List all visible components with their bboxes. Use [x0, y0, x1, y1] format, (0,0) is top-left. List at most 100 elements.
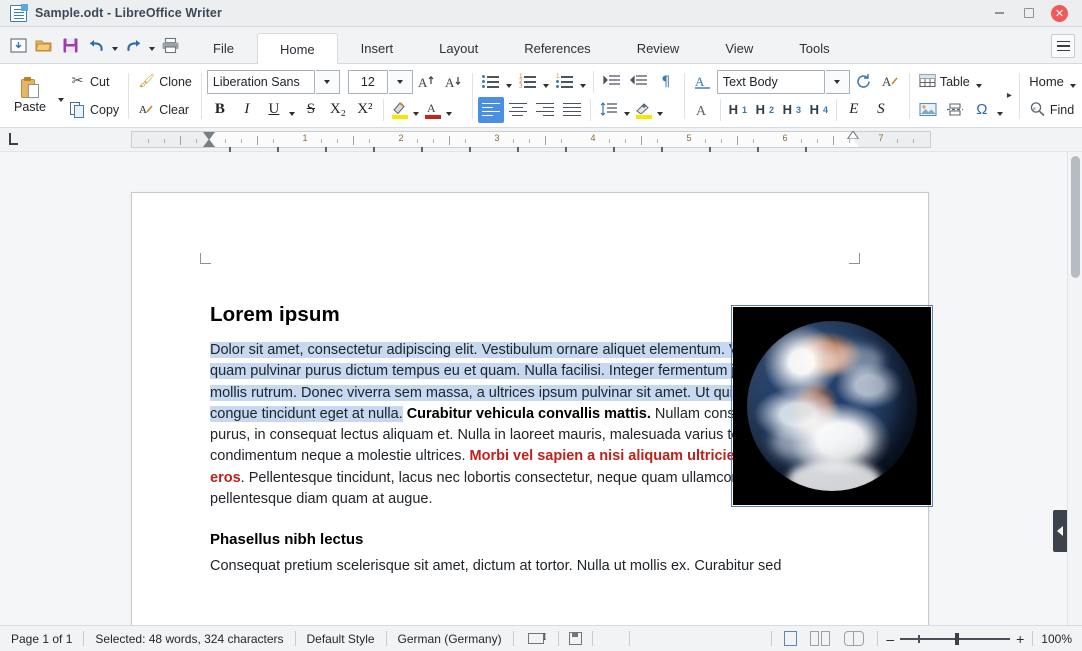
tab-stop-selector[interactable]: [8, 133, 20, 145]
highlight-color-dropdown[interactable]: [412, 99, 421, 121]
font-color-button[interactable]: A: [422, 98, 444, 122]
print-icon[interactable]: [158, 34, 182, 56]
line-spacing-dropdown[interactable]: [623, 99, 632, 121]
multi-page-view-button[interactable]: [803, 630, 837, 648]
zoom-level-status[interactable]: 100%: [1033, 630, 1082, 648]
italic-button[interactable]: I: [234, 97, 260, 123]
font-size-dropdown[interactable]: [389, 70, 413, 94]
ordered-list-dropdown[interactable]: [542, 71, 551, 93]
save-status[interactable]: [559, 630, 592, 648]
paste-button[interactable]: Paste: [4, 68, 56, 124]
underline-button[interactable]: U: [261, 97, 287, 123]
paragraph-background-dropdown[interactable]: [656, 99, 665, 121]
zoom-control[interactable]: – +: [878, 631, 1032, 647]
font-name-dropdown[interactable]: [316, 70, 340, 94]
increase-indent-button[interactable]: [599, 69, 625, 95]
maximize-button[interactable]: [1021, 5, 1037, 21]
font-size-input[interactable]: 12: [348, 70, 388, 94]
selection-status[interactable]: Selected: 48 words, 324 characters: [84, 630, 294, 648]
new-style-button[interactable]: A: [878, 69, 904, 95]
justify-button[interactable]: [559, 97, 585, 123]
signature-status[interactable]: [593, 630, 629, 648]
heading-1-button[interactable]: H1: [725, 97, 751, 123]
unordered-list-button[interactable]: [478, 69, 504, 95]
insert-page-break-button[interactable]: [942, 97, 968, 123]
insert-image-button[interactable]: [915, 97, 941, 123]
insert-special-character-button[interactable]: Ω: [969, 97, 995, 123]
paste-dropdown[interactable]: [56, 85, 65, 107]
vertical-scrollbar[interactable]: [1067, 152, 1082, 625]
align-left-button[interactable]: [478, 97, 504, 123]
font-name-input[interactable]: Liberation Sans: [207, 70, 315, 94]
ribbon-overflow-button[interactable]: ▸: [1007, 83, 1012, 109]
clear-formatting-button[interactable]: AA Clear: [134, 97, 196, 123]
bold-button[interactable]: B: [207, 97, 233, 123]
highlight-color-button[interactable]: [389, 98, 411, 122]
earth-image[interactable]: [733, 307, 931, 505]
increase-font-size-button[interactable]: A: [414, 69, 440, 95]
paragraph-style-input[interactable]: Text Body: [717, 70, 825, 94]
outline-list-button[interactable]: 1: [552, 69, 578, 95]
heading-3-button[interactable]: H3: [779, 97, 805, 123]
outline-list-dropdown[interactable]: [579, 71, 588, 93]
heading-4-button[interactable]: H4: [806, 97, 832, 123]
align-center-button[interactable]: [505, 97, 531, 123]
emphasis-style-button[interactable]: E: [841, 97, 867, 123]
ribbon-menu-dropdown[interactable]: [1069, 71, 1078, 93]
strong-emphasis-style-button[interactable]: S: [868, 97, 894, 123]
insert-table-dropdown[interactable]: [975, 71, 984, 93]
menu-hamburger-icon[interactable]: [1051, 34, 1075, 58]
tab-insert[interactable]: Insert: [338, 33, 417, 63]
heading-2-button[interactable]: H2: [752, 97, 778, 123]
align-right-button[interactable]: [532, 97, 558, 123]
formatting-marks-button[interactable]: ¶: [653, 69, 679, 95]
zoom-in-button[interactable]: +: [1016, 631, 1024, 647]
document-page[interactable]: Lorem ipsum Dolor sit amet, consectetur …: [131, 192, 929, 625]
paragraph-background-button[interactable]: [633, 98, 655, 122]
scrollbar-thumb[interactable]: [1071, 156, 1080, 278]
font-color-dropdown[interactable]: [445, 99, 454, 121]
left-indent-marker[interactable]: [203, 139, 215, 147]
redo-icon[interactable]: [121, 34, 145, 56]
document-canvas[interactable]: Lorem ipsum Dolor sit amet, consectetur …: [0, 152, 1082, 625]
update-style-button[interactable]: [851, 69, 877, 95]
zoom-slider[interactable]: [900, 633, 1010, 645]
right-indent-marker[interactable]: [847, 139, 859, 147]
find-button[interactable]: a Find: [1025, 97, 1078, 123]
horizontal-ruler[interactable]: 1 2 3 4 5 6 7: [131, 131, 931, 148]
subscript-button[interactable]: X₂: [325, 97, 351, 123]
ribbon-menu-button[interactable]: Home: [1025, 69, 1068, 95]
language-status[interactable]: German (Germany): [387, 630, 513, 648]
document-paragraph-2[interactable]: Consequat pretium scelerisque sit amet, …: [210, 556, 854, 577]
underline-dropdown[interactable]: [288, 99, 297, 121]
special-character-dropdown[interactable]: [996, 99, 1005, 121]
insert-table-button[interactable]: Table: [915, 69, 974, 95]
decrease-font-size-button[interactable]: A: [441, 69, 467, 95]
tab-file[interactable]: File: [190, 33, 257, 63]
tab-review[interactable]: Review: [614, 33, 703, 63]
insert-mode-status[interactable]: [514, 630, 558, 648]
open-icon[interactable]: [32, 34, 56, 56]
tab-home[interactable]: Home: [257, 33, 338, 64]
character-style-icon[interactable]: A: [690, 69, 716, 95]
page-style-status[interactable]: Default Style: [296, 630, 386, 648]
paragraph-style-dropdown[interactable]: [826, 70, 850, 94]
tab-view[interactable]: View: [702, 33, 776, 63]
decrease-indent-button[interactable]: [626, 69, 652, 95]
undo-dropdown[interactable]: [110, 34, 119, 56]
minimize-button[interactable]: [991, 5, 1007, 21]
default-style-button[interactable]: A: [690, 97, 716, 123]
sidebar-show-button[interactable]: [1053, 510, 1067, 552]
tab-references[interactable]: References: [501, 33, 613, 63]
copy-button[interactable]: Copy: [65, 97, 123, 123]
close-button[interactable]: ✕: [1051, 5, 1068, 22]
tab-tools[interactable]: Tools: [776, 33, 852, 63]
line-spacing-button[interactable]: [596, 97, 622, 123]
superscript-button[interactable]: X²: [352, 97, 378, 123]
tab-layout[interactable]: Layout: [416, 33, 501, 63]
document-content[interactable]: Lorem ipsum Dolor sit amet, consectetur …: [210, 303, 854, 578]
clone-formatting-button[interactable]: 🖌 Clone: [134, 69, 196, 95]
zoom-out-button[interactable]: –: [886, 631, 894, 647]
book-view-button[interactable]: [837, 630, 871, 648]
single-page-view-button[interactable]: [772, 630, 803, 648]
